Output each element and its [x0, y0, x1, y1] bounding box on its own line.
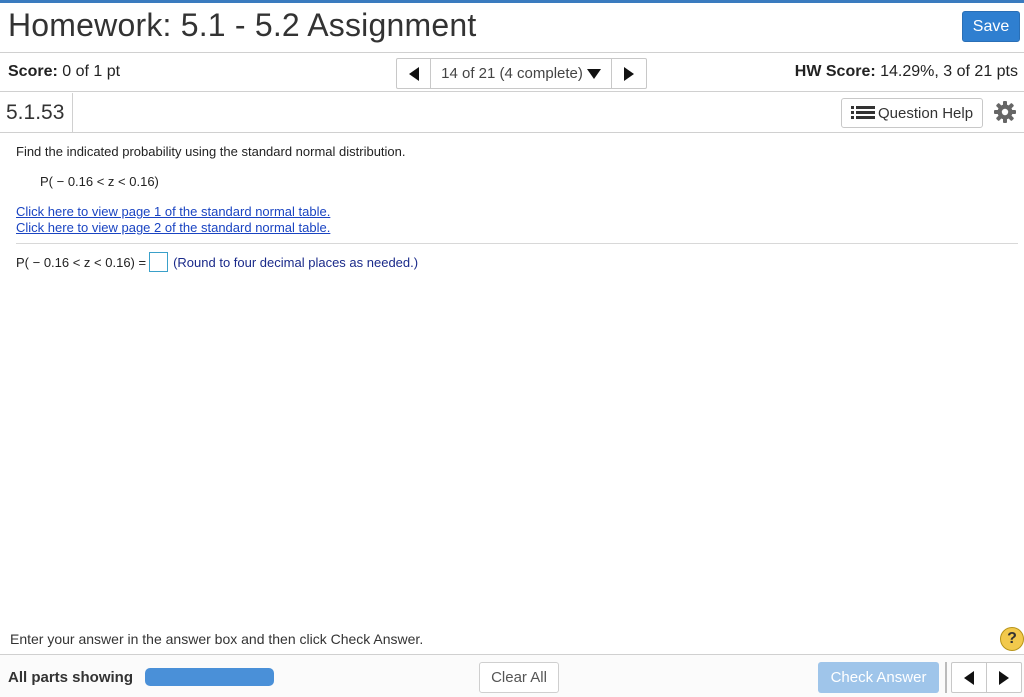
- caret-down-icon: [586, 68, 601, 79]
- question-score: Score: 0 of 1 pt: [8, 63, 120, 81]
- answer-row: P( − 0.16 < z < 0.16) = (Round to four d…: [16, 252, 418, 272]
- next-question-button[interactable]: [612, 59, 646, 88]
- parts-showing-label: All parts showing: [8, 669, 134, 686]
- probability-expression: P( − 0.16 < z < 0.16): [40, 174, 159, 189]
- previous-question-button[interactable]: [397, 59, 431, 88]
- question-number: 5.1.53: [0, 93, 74, 132]
- bottom-next-button[interactable]: [987, 663, 1021, 692]
- question-content: Find the indicated probability using the…: [16, 144, 1018, 272]
- normal-table-page-2-link[interactable]: Click here to view page 2 of the standar…: [16, 220, 330, 235]
- help-question-icon[interactable]: ?: [1000, 627, 1024, 651]
- question-prompt: Find the indicated probability using the…: [16, 144, 406, 159]
- instruction-text: Enter your answer in the answer box and …: [10, 631, 424, 647]
- rounding-hint: (Round to four decimal places as needed.…: [173, 254, 419, 270]
- triangle-right-icon: [999, 670, 1009, 685]
- list-icon: [851, 105, 875, 121]
- triangle-left-icon: [964, 670, 974, 685]
- bottom-bar: All parts showing Clear All Check Answer: [0, 654, 1024, 697]
- question-list-dropdown[interactable]: 14 of 21 (4 complete): [431, 59, 612, 88]
- title-bar: Homework: 5.1 - 5.2 Assignment Save: [0, 3, 1024, 49]
- bottom-previous-button[interactable]: [952, 663, 987, 692]
- separator: [945, 662, 947, 693]
- question-navigator: 14 of 21 (4 complete): [396, 58, 647, 89]
- parts-progress-bar: [145, 668, 274, 686]
- hw-score-label: HW Score:: [794, 63, 876, 80]
- clear-all-button[interactable]: Clear All: [479, 662, 559, 693]
- answer-input[interactable]: [149, 252, 169, 272]
- question-position: 14 of 21 (4 complete): [441, 65, 583, 82]
- question-help-button[interactable]: Question Help: [841, 98, 983, 128]
- question-header-bar: 5.1.53 Question Help: [0, 93, 1024, 133]
- bottom-navigator: [951, 662, 1022, 693]
- save-button[interactable]: Save: [962, 11, 1020, 42]
- question-help-label: Question Help: [878, 104, 974, 122]
- hw-score-value: 14.29%, 3 of 21 pts: [880, 63, 1018, 80]
- gear-icon[interactable]: [993, 100, 1017, 124]
- check-answer-button[interactable]: Check Answer: [818, 662, 939, 693]
- score-value: 0 of 1 pt: [62, 63, 121, 80]
- page-title: Homework: 5.1 - 5.2 Assignment: [8, 7, 477, 43]
- divider: [16, 243, 1018, 244]
- triangle-left-icon: [408, 66, 419, 81]
- progress-fill: [145, 668, 274, 686]
- triangle-right-icon: [624, 66, 634, 81]
- answer-prefix: P( − 0.16 < z < 0.16) =: [16, 254, 147, 270]
- score-label: Score:: [8, 63, 58, 80]
- score-bar: Score: 0 of 1 pt 14 of 21 (4 complete) H…: [0, 52, 1024, 92]
- hw-score: HW Score: 14.29%, 3 of 21 pts: [795, 63, 1018, 81]
- normal-table-page-1-link[interactable]: Click here to view page 1 of the standar…: [16, 204, 330, 219]
